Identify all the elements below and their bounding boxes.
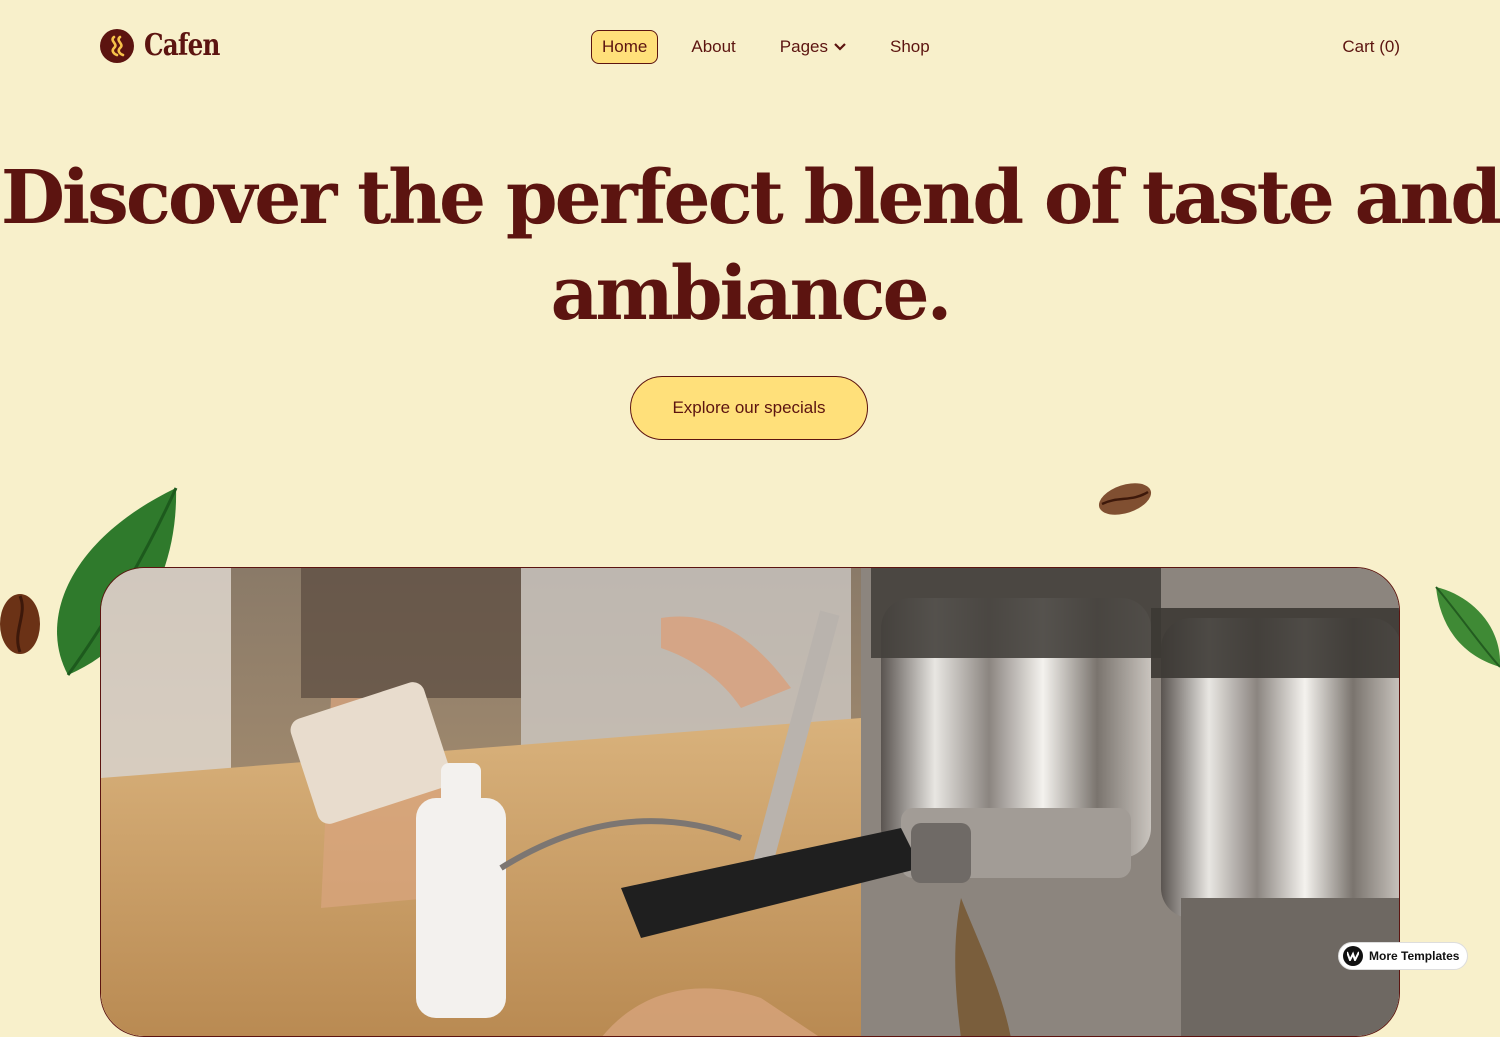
brand-name: Cafen (144, 28, 220, 63)
explore-specials-button[interactable]: Explore our specials (630, 376, 868, 440)
nav-shop-label: Shop (890, 37, 930, 56)
more-templates-label: More Templates (1369, 949, 1460, 963)
chevron-down-icon (834, 43, 846, 51)
main-nav: Home About Pages Shop (591, 30, 941, 64)
nav-home[interactable]: Home (591, 30, 659, 64)
cart-link[interactable]: Cart (0) (1342, 37, 1400, 57)
espresso-machine-photo (100, 567, 1400, 1037)
coffee-bean-floating-icon (1098, 483, 1152, 515)
nav-shop[interactable]: Shop (879, 30, 941, 64)
nav-pages[interactable]: Pages (769, 30, 857, 64)
hero-heading: Discover the perfect blend of taste and … (0, 155, 1500, 337)
coffee-bean-left-icon (0, 594, 40, 654)
coffee-steam-logo-icon (100, 28, 134, 63)
nav-pages-label: Pages (779, 37, 828, 56)
nav-home-label: Home (602, 37, 648, 56)
coffee-leaf-right-icon (1435, 586, 1500, 668)
more-templates-badge[interactable]: More Templates (1338, 942, 1468, 970)
nav-about-label: About (691, 37, 736, 56)
nav-about[interactable]: About (680, 30, 746, 64)
brand-logo[interactable]: Cafen (100, 28, 236, 63)
webflow-icon (1343, 946, 1363, 966)
